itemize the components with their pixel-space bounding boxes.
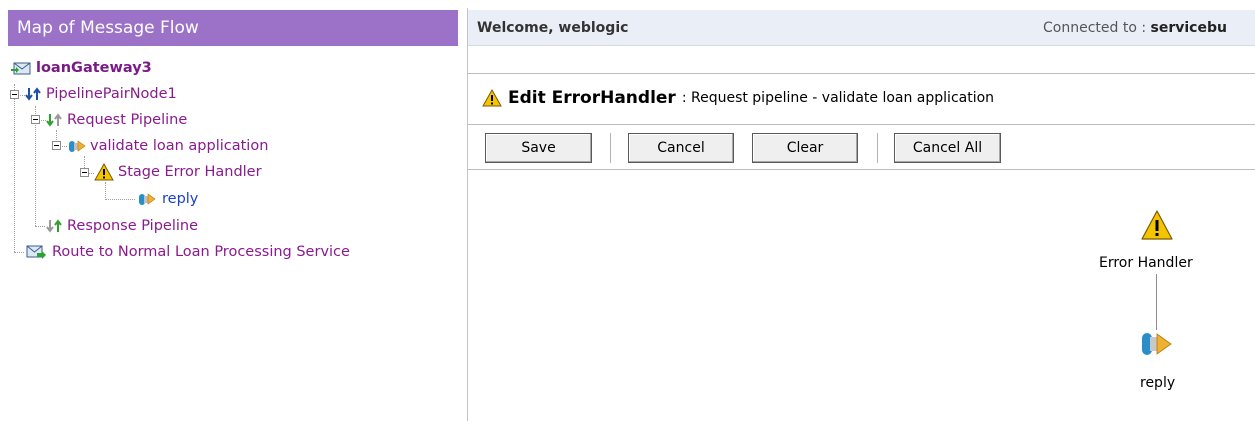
collapse-error-handler-toggle[interactable] (80, 168, 89, 177)
error-handler-node-label[interactable]: Error Handler (1099, 255, 1193, 271)
editor-panel: Welcome, weblogic Connected to : service… (467, 0, 1255, 421)
connected-server: servicebu (1150, 20, 1227, 36)
toolbar-separator (610, 133, 611, 163)
flow-canvas: Error Handler reply (468, 171, 1255, 421)
edit-title-text: Edit ErrorHandler (508, 88, 676, 108)
flow-connector (1156, 274, 1157, 330)
reply-node-icon[interactable] (1139, 330, 1175, 360)
tree-node-response-pipeline[interactable]: Response Pipeline (45, 216, 198, 236)
pipeline-pair-icon (25, 87, 41, 101)
clear-button[interactable]: Clear (752, 133, 858, 163)
warning-icon (482, 89, 502, 107)
response-pipeline-icon (46, 219, 62, 233)
edit-title: Edit ErrorHandler : Request pipeline - v… (482, 88, 994, 108)
cancel-all-button[interactable]: Cancel All (894, 133, 1001, 163)
request-pipeline-icon (46, 113, 62, 127)
reply-node-label[interactable]: reply (1140, 375, 1175, 391)
connection-status: Connected to : servicebu (1043, 10, 1227, 46)
tree-node-label: loanGateway3 (36, 60, 152, 76)
edit-subtitle-text: : Request pipeline - validate loan appli… (681, 90, 995, 106)
collapse-pipeline-pair-toggle[interactable] (10, 90, 19, 99)
tree-node-loan-gateway[interactable]: loanGateway3 (10, 58, 152, 78)
tree-node-label: PipelinePairNode1 (46, 86, 177, 102)
message-envelope-icon (11, 62, 31, 75)
toolbar: Save Cancel Clear Cancel All (468, 126, 1255, 170)
tree-node-request-pipeline[interactable]: Request Pipeline (45, 110, 187, 130)
collapse-request-pipeline-toggle[interactable] (31, 115, 40, 124)
tree-node-label: validate loan application (90, 138, 269, 154)
stage-icon (69, 140, 86, 152)
tree-node-route[interactable]: Route to Normal Loan Processing Service (24, 242, 350, 262)
message-flow-tree: loanGateway3 PipelinePairNode1 Request P… (0, 0, 466, 421)
welcome-bar: Welcome, weblogic Connected to : service… (468, 10, 1255, 46)
welcome-text: Welcome, weblogic (477, 20, 629, 36)
tree-node-label: reply (162, 191, 199, 207)
edit-title-bar: Edit ErrorHandler : Request pipeline - v… (468, 73, 1255, 125)
collapse-stage-toggle[interactable] (52, 141, 61, 150)
tree-node-stage-error-handler[interactable]: Stage Error Handler (94, 162, 262, 182)
tree-node-label: Request Pipeline (67, 112, 188, 128)
connected-label: Connected to : (1043, 20, 1147, 36)
tree-node-reply[interactable]: reply (136, 189, 198, 209)
warning-icon (94, 163, 114, 181)
toolbar-separator (877, 133, 878, 163)
tree-node-label: Route to Normal Loan Processing Service (52, 244, 350, 260)
error-handler-node-icon[interactable] (1140, 209, 1174, 243)
tree-node-label: Response Pipeline (67, 218, 198, 234)
route-icon (26, 245, 46, 259)
cancel-button[interactable]: Cancel (628, 133, 734, 163)
reply-action-icon (139, 193, 156, 205)
tree-node-pipeline-pair[interactable]: PipelinePairNode1 (24, 84, 177, 104)
message-flow-panel: Map of Message Flow loanGateway3 Pipelin… (0, 0, 466, 421)
tree-node-label: Stage Error Handler (118, 164, 262, 180)
save-button[interactable]: Save (485, 133, 592, 163)
tree-node-stage[interactable]: validate loan application (66, 136, 268, 156)
